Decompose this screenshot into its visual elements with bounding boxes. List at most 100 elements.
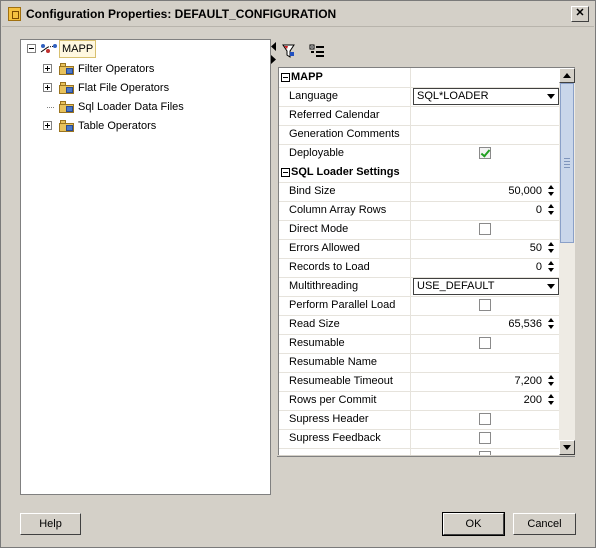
property-value-cell[interactable]: 65,536 xyxy=(410,315,559,334)
collapse-icon[interactable] xyxy=(27,44,36,53)
title-bar: Configuration Properties: DEFAULT_CONFIG… xyxy=(2,2,594,27)
section-header[interactable]: MAPP xyxy=(279,68,559,88)
property-row: Records to Load 0 xyxy=(279,258,559,278)
property-value-cell[interactable] xyxy=(410,334,559,353)
property-name: Resumable xyxy=(289,337,345,349)
property-value-cell[interactable]: 200 xyxy=(410,391,559,410)
property-row: Read Size 65,536 xyxy=(279,315,559,335)
property-number-value[interactable]: 7,200 xyxy=(514,375,542,387)
property-number-value[interactable]: 65,536 xyxy=(508,318,542,330)
expand-icon[interactable] xyxy=(43,121,52,130)
property-checkbox[interactable] xyxy=(479,147,491,159)
folder-icon xyxy=(59,101,75,113)
tree-item-label: Sql Loader Data Files xyxy=(78,101,184,113)
property-name: Errors Allowed xyxy=(289,242,360,254)
chevron-down-icon xyxy=(547,94,555,99)
property-number-value[interactable]: 0 xyxy=(536,204,542,216)
cancel-button[interactable]: Cancel xyxy=(513,513,576,535)
property-value-cell[interactable]: USE_DEFAULT xyxy=(410,277,559,296)
collapse-icon[interactable] xyxy=(281,73,290,82)
folder-icon xyxy=(59,63,75,75)
tree-item-label: Filter Operators xyxy=(78,63,155,75)
property-checkbox[interactable] xyxy=(479,432,491,444)
property-name: Direct Mode xyxy=(289,223,349,235)
property-name: Bind Size xyxy=(289,185,336,197)
property-value-cell[interactable] xyxy=(410,144,559,163)
property-name: Resumeable Timeout xyxy=(289,375,393,387)
expand-icon[interactable] xyxy=(43,83,52,92)
property-value-cell[interactable] xyxy=(410,106,559,125)
collapse-icon[interactable] xyxy=(281,168,290,177)
filter-icon[interactable] xyxy=(281,43,297,59)
expand-icon[interactable] xyxy=(43,64,52,73)
close-icon[interactable]: ✕ xyxy=(571,6,589,22)
property-value-cell[interactable] xyxy=(410,448,559,455)
property-name: Generation Comments xyxy=(289,128,400,140)
property-value-cell[interactable]: 50 xyxy=(410,239,559,258)
property-name: Resumable Name xyxy=(289,356,378,368)
property-name: Records to Load xyxy=(289,261,370,273)
property-name: Perform Parallel Load xyxy=(289,299,396,311)
property-name: Referred Calendar xyxy=(289,109,380,121)
property-dropdown[interactable]: SQL*LOADER xyxy=(413,88,559,105)
help-button-label: Help xyxy=(39,518,62,530)
property-row: Errors Allowed 50 xyxy=(279,239,559,259)
property-row: Resumable xyxy=(279,334,559,354)
property-value-cell[interactable]: SQL*LOADER xyxy=(410,87,559,106)
tree-item-label: Flat File Operators xyxy=(78,82,170,94)
property-checkbox[interactable] xyxy=(479,337,491,349)
property-checkbox[interactable] xyxy=(479,451,491,455)
property-value-cell[interactable] xyxy=(410,125,559,144)
section-header[interactable]: SQL Loader Settings xyxy=(279,163,559,183)
property-value-cell[interactable] xyxy=(410,220,559,239)
property-value-cell[interactable] xyxy=(410,410,559,429)
spinner-icon[interactable] xyxy=(547,374,556,388)
spinner-icon[interactable] xyxy=(547,241,556,255)
section-value-cell xyxy=(410,163,559,182)
scroll-thumb[interactable] xyxy=(560,83,574,243)
grid-scrollbar[interactable] xyxy=(559,67,575,455)
property-value-cell[interactable]: 0 xyxy=(410,201,559,220)
property-row: Bind Size 50,000 xyxy=(279,182,559,202)
properties-toolbar xyxy=(277,39,577,65)
property-value-cell[interactable]: 7,200 xyxy=(410,372,559,391)
spinner-icon[interactable] xyxy=(547,393,556,407)
spinner-icon[interactable] xyxy=(547,203,556,217)
property-row: Perform Parallel Load xyxy=(279,296,559,316)
property-value-cell[interactable]: 50,000 xyxy=(410,182,559,201)
property-checkbox[interactable] xyxy=(479,299,491,311)
ok-button[interactable]: OK xyxy=(442,512,505,536)
spinner-icon[interactable] xyxy=(547,184,556,198)
property-number-value[interactable]: 50 xyxy=(530,242,542,254)
property-number-value[interactable]: 200 xyxy=(524,394,542,406)
property-number-value[interactable]: 50,000 xyxy=(508,185,542,197)
scroll-down-button[interactable] xyxy=(559,440,575,455)
property-value-cell[interactable] xyxy=(410,353,559,372)
property-value-cell[interactable]: 0 xyxy=(410,258,559,277)
categorize-icon[interactable] xyxy=(309,43,325,59)
chevron-down-icon xyxy=(547,284,555,289)
property-row: Generation Comments xyxy=(279,125,559,145)
spinner-icon[interactable] xyxy=(547,260,556,274)
property-name: Supress Header xyxy=(289,413,369,425)
window-title: Configuration Properties: DEFAULT_CONFIG… xyxy=(26,7,337,21)
property-checkbox[interactable] xyxy=(479,223,491,235)
property-checkbox[interactable] xyxy=(479,413,491,425)
help-button[interactable]: Help xyxy=(20,513,81,535)
mapping-icon xyxy=(40,44,57,53)
property-description-area xyxy=(277,456,575,494)
property-value-cell[interactable] xyxy=(410,296,559,315)
scroll-up-button[interactable] xyxy=(559,68,575,83)
section-title: SQL Loader Settings xyxy=(291,166,400,178)
property-row: Referred Calendar xyxy=(279,106,559,126)
property-row: Direct Mode xyxy=(279,220,559,240)
property-dropdown[interactable]: USE_DEFAULT xyxy=(413,278,559,295)
spinner-icon[interactable] xyxy=(547,317,556,331)
property-grid: MAPP Language SQL*LOADER Referred Calendar G… xyxy=(278,67,559,455)
property-row: Supress Feedback xyxy=(279,429,559,449)
property-value-cell[interactable] xyxy=(410,429,559,448)
property-row: Resumable Name xyxy=(279,353,559,373)
property-number-value[interactable]: 0 xyxy=(536,261,542,273)
cancel-button-label: Cancel xyxy=(527,518,562,530)
property-name: Rows per Commit xyxy=(289,394,377,406)
